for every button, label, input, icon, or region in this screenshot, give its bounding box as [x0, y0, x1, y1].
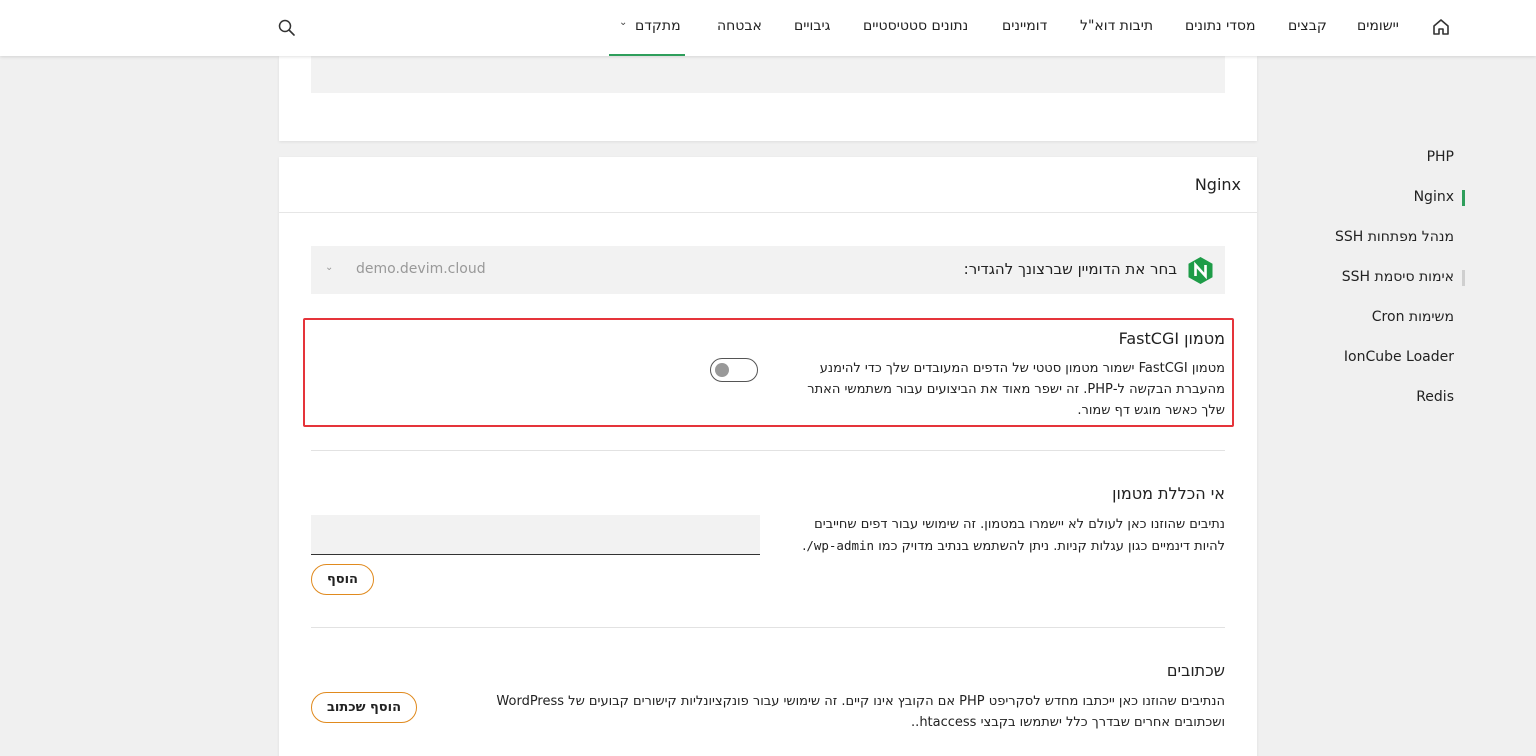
sidebar-item-ssh-password[interactable]: אימות סיסמת SSH: [1342, 269, 1454, 285]
scrollbar[interactable]: [1520, 56, 1536, 756]
sidebar-item-cron[interactable]: משימות Cron: [1372, 309, 1454, 325]
nginx-card: Nginx בחר את הדומיין שברצונך להגדיר: dem…: [279, 157, 1257, 756]
cache-exclusion-title: אי הכללת מטמון: [1112, 484, 1225, 503]
nav-item-backups[interactable]: גיבויים: [794, 18, 830, 34]
domain-select-value[interactable]: demo.devim.cloud: [356, 261, 486, 277]
add-exclusion-button[interactable]: הוסף: [311, 564, 374, 595]
domain-select-label: בחר את הדומיין שברצונך להגדיר:: [963, 260, 1177, 278]
exclusion-desc-line: נתיבים שהוזנו כאן לעולם לא יישמרו במטמון…: [814, 517, 1225, 532]
fastcgi-toggle[interactable]: [710, 358, 758, 382]
sidebar-item-ssh-keys[interactable]: מנהל מפתחות SSH: [1335, 229, 1454, 245]
nav-item-advanced[interactable]: מתקדם: [635, 18, 681, 34]
toggle-knob: [715, 363, 729, 377]
top-navigation: יישומים קבצים מסדי נתונים תיבות דוא"ל דו…: [0, 0, 1536, 56]
sidebar-hover-indicator: [1462, 270, 1465, 286]
nav-item-files[interactable]: קבצים: [1288, 18, 1327, 34]
nginx-logo-icon: [1188, 257, 1213, 284]
exclusion-desc-text: להיות דינמיים כגון עגלות קניות. ניתן להש…: [878, 539, 1225, 554]
section-divider: [311, 627, 1225, 628]
exclusion-desc-code: /wp-admin: [806, 538, 874, 553]
nav-item-email[interactable]: תיבות דוא"ל: [1080, 18, 1153, 34]
card-title: Nginx: [1194, 175, 1241, 194]
rewrites-desc-line: הנתיבים שהוזנו כאן ייכתבו מחדש לסקריפט P…: [496, 694, 1225, 709]
nav-item-security[interactable]: אבטחה: [717, 18, 762, 34]
rewrites-description: הנתיבים שהוזנו כאן ייכתבו מחדש לסקריפט P…: [445, 691, 1225, 733]
home-icon[interactable]: [1431, 17, 1451, 37]
add-rewrite-button[interactable]: הוסף שכתוב: [311, 692, 417, 723]
nav-item-apps[interactable]: יישומים: [1357, 18, 1399, 34]
sidebar-item-ioncube[interactable]: IonCube Loader: [1344, 349, 1454, 365]
previous-card-field: [311, 56, 1225, 93]
sidebar-item-nginx[interactable]: Nginx: [1414, 189, 1454, 205]
exclusion-desc-line: להיות דינמיים כגון עגלות קניות. ניתן להש…: [780, 535, 1225, 557]
exclusion-code-text: /wp-admin: [806, 538, 875, 553]
fastcgi-desc-line: מטמון FastCGI ישמור מטמון סטטי של הדפים …: [819, 361, 1225, 376]
section-divider: [311, 450, 1225, 451]
fastcgi-title: מטמון FastCGI: [1118, 329, 1225, 348]
nav-item-statistics[interactable]: נתונים סטטיסטיים: [863, 18, 968, 34]
rewrites-title: שכתובים: [1166, 661, 1225, 680]
chevron-down-icon: ⌄: [325, 262, 334, 273]
fastcgi-desc-line: מהעברת הבקשה ל-PHP. זה ישפר מאוד את הביצ…: [807, 382, 1225, 397]
nav-item-databases[interactable]: מסדי נתונים: [1185, 18, 1255, 34]
sidebar-active-indicator: [1462, 190, 1465, 206]
card-header: Nginx: [279, 157, 1257, 213]
fastcgi-description: מטמון FastCGI ישמור מטמון סטטי של הדפים …: [765, 358, 1225, 421]
nav-item-domains[interactable]: דומיינים: [1002, 18, 1047, 34]
active-tab-indicator: [609, 54, 685, 56]
cache-exclusion-description: נתיבים שהוזנו כאן לעולם לא יישמרו במטמון…: [780, 514, 1225, 557]
sidebar-item-redis[interactable]: Redis: [1416, 389, 1454, 405]
previous-card: [279, 56, 1257, 141]
cache-exclusion-input[interactable]: [311, 515, 760, 555]
domain-select[interactable]: בחר את הדומיין שברצונך להגדיר: demo.devi…: [311, 246, 1225, 294]
chevron-down-icon: ⌄: [619, 17, 628, 28]
rewrites-desc-line: ושכתובים אחרים שבדרך כלל ישתמשו בקבצי ht…: [911, 715, 1225, 730]
fastcgi-desc-line: שלך כאשר מוגש דף שמור.: [1077, 403, 1225, 418]
search-icon[interactable]: [277, 18, 297, 38]
sidebar-item-php[interactable]: PHP: [1427, 149, 1454, 165]
